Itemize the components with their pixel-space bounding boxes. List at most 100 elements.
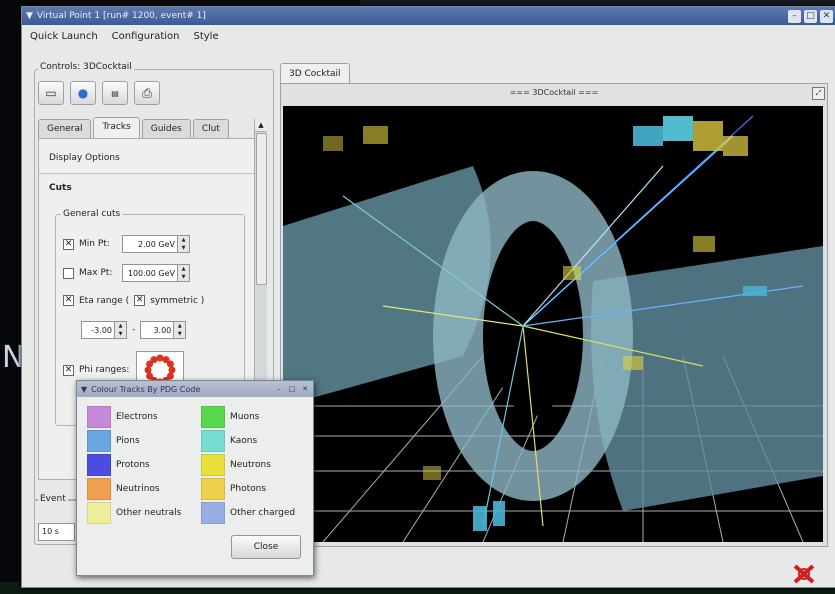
eta-min-value: -3.00 — [91, 325, 112, 335]
objects-button[interactable]: ▤ — [102, 81, 128, 105]
general-cuts-title: General cuts — [61, 209, 123, 219]
menu-style[interactable]: Style — [194, 31, 219, 42]
colour-tracks-dialog: ▼ Colour Tracks By PDG Code – □ ✕ Electr… — [76, 380, 314, 576]
colour-item: Neutrons — [201, 454, 311, 476]
ring-hole — [493, 256, 573, 416]
maximize-button[interactable]: □ — [804, 9, 817, 23]
display-options-header[interactable]: Display Options — [49, 153, 120, 163]
eta-range-label: Eta range ( — [79, 295, 130, 306]
window-title: Virtual Point 1 [run# 1200, event# 1] — [36, 11, 206, 21]
colour-grid: Electrons Muons Pions Kaons Protons Neutrons N… — [87, 406, 311, 524]
window-icon: ▭ — [45, 86, 57, 100]
3d-event-display[interactable] — [283, 106, 823, 542]
min-pt-value: 2.00 GeV — [138, 239, 175, 249]
help-button[interactable]: ● — [70, 81, 96, 105]
eta-max-spinbox[interactable]: 3.00 ▲ ▼ — [140, 321, 187, 339]
colour-item: Other charged — [201, 502, 311, 524]
dialog-menu-icon[interactable]: ▼ — [81, 385, 87, 394]
symmetric-checkbox[interactable]: ✕ — [134, 295, 146, 306]
dialog-minimize-button[interactable]: – — [274, 384, 284, 394]
max-pt-value: 100.00 GeV — [127, 268, 175, 278]
eta-min-spinbox[interactable]: -3.00 ▲ ▼ — [81, 321, 127, 339]
tab-tracks[interactable]: Tracks — [93, 117, 140, 138]
dialog-title: Colour Tracks By PDG Code — [91, 384, 201, 394]
colour-label: Neutrinos — [116, 484, 160, 494]
colour-swatch[interactable] — [87, 406, 111, 428]
viewer-undock-icon[interactable]: ⤢ — [812, 87, 825, 100]
min-pt-checkbox[interactable]: ✕ — [63, 238, 74, 250]
cuts-header[interactable]: Cuts — [49, 183, 72, 193]
colour-swatch[interactable] — [87, 430, 111, 452]
colour-label: Kaons — [230, 436, 258, 446]
controls-tabs: General Tracks Guides Clut — [38, 117, 231, 139]
phi-segment — [156, 354, 164, 362]
menu-configuration[interactable]: Configuration — [112, 31, 180, 42]
colour-swatch[interactable] — [201, 406, 225, 428]
colour-label: Pions — [116, 436, 140, 446]
colour-item: Kaons — [201, 430, 311, 452]
print-button[interactable]: ⎙ — [134, 81, 160, 105]
viewer-header: === 3DCocktail === ⤢ — [281, 84, 827, 102]
event-scene — [283, 115, 823, 542]
colour-swatch[interactable] — [201, 502, 225, 524]
symmetric-label: symmetric ) — [150, 295, 205, 306]
colour-swatch[interactable] — [87, 454, 111, 476]
max-pt-spinbox[interactable]: 100.00 GeV ▲ ▼ — [122, 264, 190, 282]
min-pt-spin-arrows[interactable]: ▲ ▼ — [177, 236, 189, 252]
close-button[interactable]: Close — [231, 535, 301, 559]
colour-item: Photons — [201, 478, 311, 500]
scroll-thumb[interactable] — [256, 133, 267, 285]
max-pt-checkbox[interactable] — [63, 267, 74, 279]
colour-swatch[interactable] — [87, 502, 111, 524]
eta-range-checkbox[interactable]: ✕ — [63, 295, 74, 306]
window-menu-icon[interactable]: ▼ — [26, 11, 33, 21]
colour-label: Neutrons — [230, 460, 271, 470]
tab-3d-cocktail[interactable]: 3D Cocktail — [280, 63, 350, 84]
min-pt-spinbox[interactable]: 2.00 GeV ▲ ▼ — [122, 235, 190, 253]
objects-icon: ▤ — [111, 88, 119, 98]
tab-guides[interactable]: Guides — [141, 119, 191, 138]
tab-clut[interactable]: Clut — [192, 119, 229, 138]
scroll-up-arrow[interactable]: ▲ — [255, 119, 267, 132]
eta-max-spin-arrows[interactable]: ▲ ▼ — [173, 322, 186, 338]
colour-item: Protons — [87, 454, 201, 476]
minimize-button[interactable]: – — [788, 9, 801, 23]
colour-swatch[interactable] — [201, 478, 225, 500]
window-icon-button[interactable]: ▭ — [38, 81, 64, 105]
colour-label: Other neutrals — [116, 508, 182, 518]
eta-min-spin-arrows[interactable]: ▲ ▼ — [114, 322, 126, 338]
tab-general[interactable]: General — [38, 119, 92, 138]
dialog-close-icon[interactable]: ✕ — [300, 384, 310, 394]
colour-label: Muons — [230, 412, 260, 422]
eta-dash: - — [132, 325, 136, 335]
close-window-button[interactable]: ✕ — [820, 9, 833, 23]
min-pt-label: Min Pt: — [79, 239, 110, 249]
colour-item: Electrons — [87, 406, 201, 428]
event-delay-spinbox[interactable]: 10 s — [38, 523, 75, 541]
phi-ranges-checkbox[interactable]: ✕ — [63, 364, 74, 376]
dialog-title-bar: ▼ Colour Tracks By PDG Code – □ ✕ — [77, 381, 313, 397]
printer-icon: ⎙ — [142, 85, 152, 100]
eta-range-row: ✕ Eta range ( ✕ symmetric ) — [63, 295, 204, 306]
phi-segment — [166, 360, 174, 368]
menu-quick-launch[interactable]: Quick Launch — [30, 31, 98, 42]
colour-swatch[interactable] — [201, 430, 225, 452]
max-pt-spin-arrows[interactable]: ▲ ▼ — [177, 265, 189, 281]
colour-item: Pions — [87, 430, 201, 452]
controls-title: Controls: 3DCocktail — [38, 62, 134, 72]
phi-ranges-label: Phi ranges: — [79, 365, 130, 375]
alice-logo-icon — [792, 563, 816, 588]
colour-label: Electrons — [116, 412, 158, 422]
event-title: Event — [38, 494, 68, 504]
phi-segment — [150, 356, 158, 364]
viewer-panel: === 3DCocktail === ⤢ — [280, 83, 828, 547]
eta-max-value: 3.00 — [153, 325, 172, 335]
min-pt-row: ✕ Min Pt: 2.00 GeV ▲ ▼ — [63, 235, 190, 253]
colour-label: Photons — [230, 484, 267, 494]
colour-label: Protons — [116, 460, 150, 470]
colour-item: Muons — [201, 406, 311, 428]
colour-swatch[interactable] — [201, 454, 225, 476]
dialog-maximize-button[interactable]: □ — [287, 384, 297, 394]
colour-swatch[interactable] — [87, 478, 111, 500]
colour-item: Neutrinos — [87, 478, 201, 500]
